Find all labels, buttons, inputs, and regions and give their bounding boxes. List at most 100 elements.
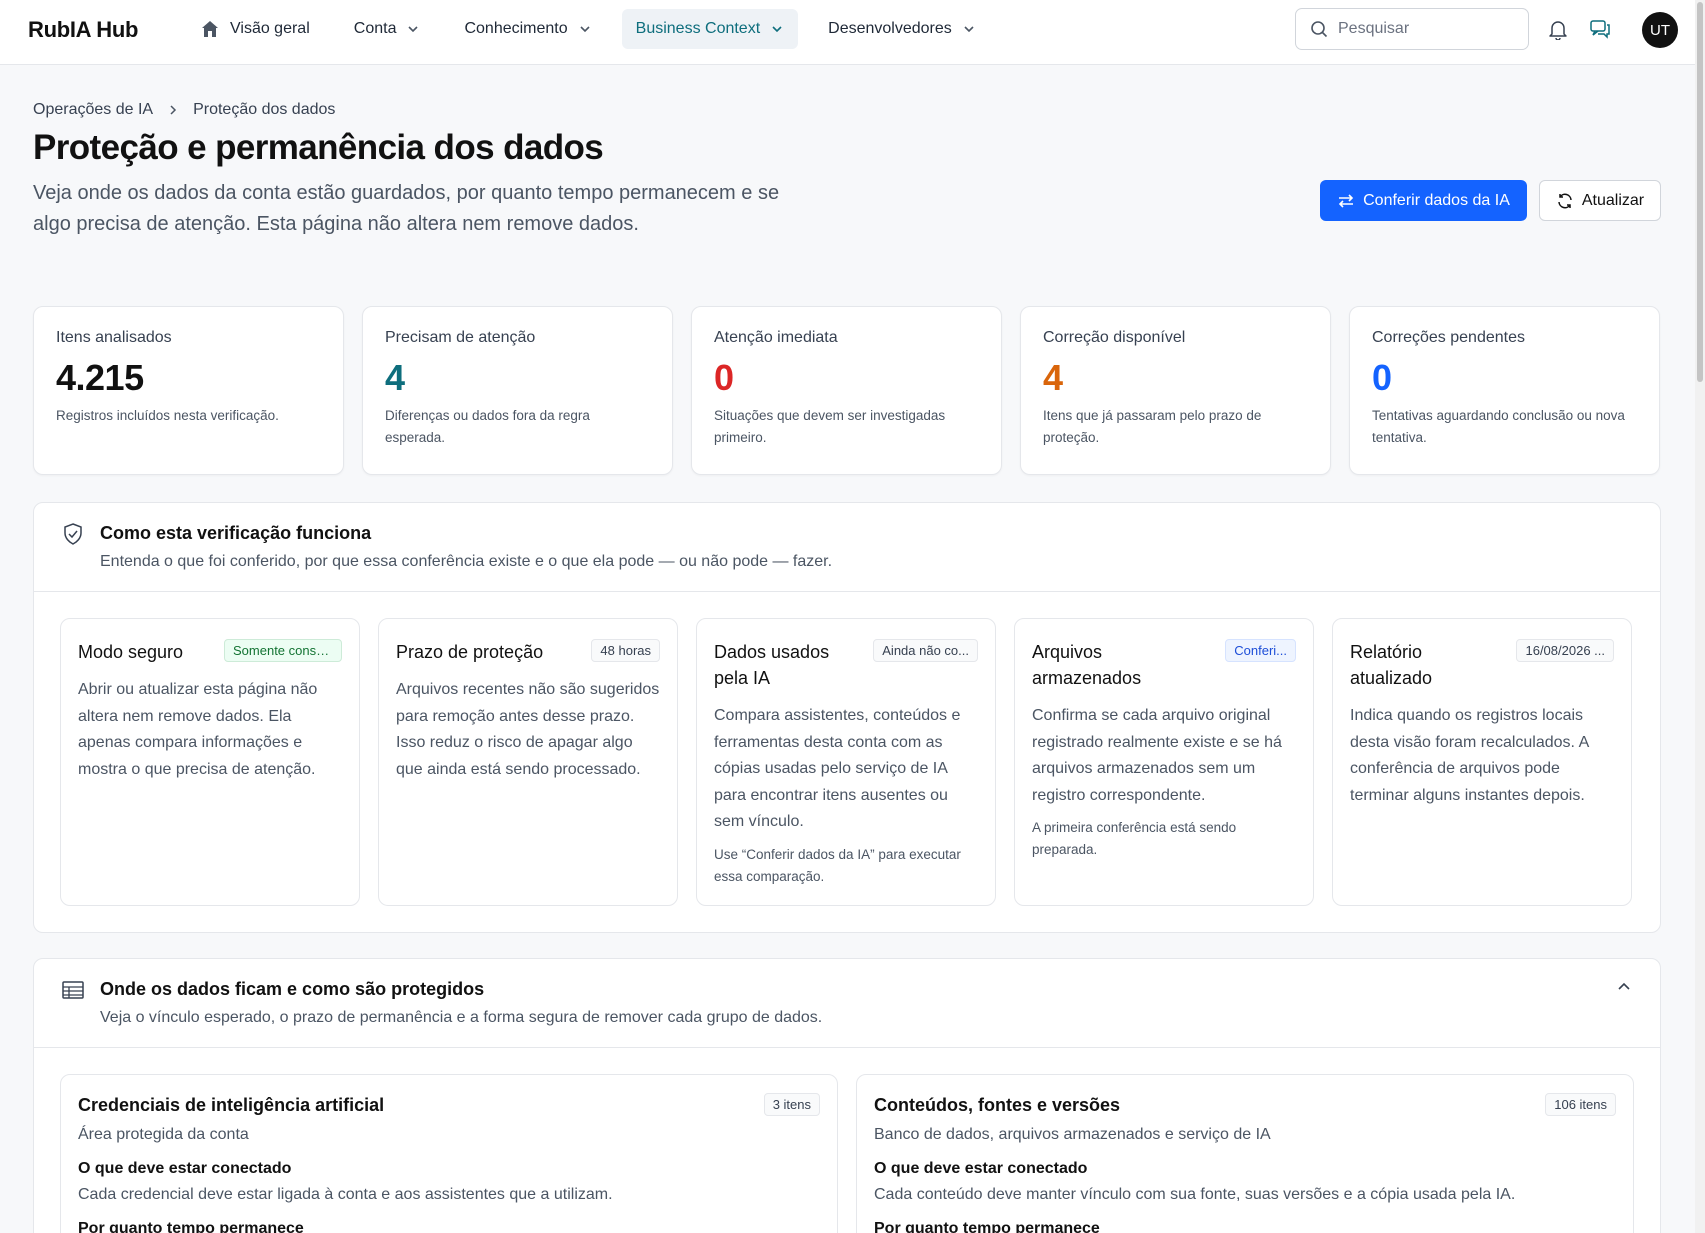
stat-card-need-attention: Precisam de atenção 4 Diferenças ou dado… (362, 306, 673, 475)
chevron-down-icon (580, 26, 590, 33)
chevron-right-icon (167, 104, 179, 116)
card-text: Cada conteúdo deve manter vínculo com su… (874, 1186, 1516, 1203)
info-cards: Modo seguro Somente consulta Abrir ou at… (60, 618, 1632, 906)
table-icon (62, 981, 84, 999)
count-badge: 3 itens (763, 1093, 820, 1116)
data-group-card-credentials: Credenciais de inteligência artificial 3… (60, 1074, 838, 1233)
info-card-stored-files: Arquivos armazenados Conferi... Confirma… (1014, 618, 1314, 906)
nav-item-business-context[interactable]: Business Context (621, 9, 799, 49)
info-card-report-updated: Relatório atualizado 16/08/2026 ... Indi… (1332, 618, 1632, 906)
shield-check-icon (64, 523, 82, 545)
info-card-safe-mode: Modo seguro Somente consulta Abrir ou at… (60, 618, 360, 906)
stat-description: Tentativas aguardando conclusão ou nova … (1372, 408, 1625, 445)
search-box (1295, 8, 1529, 50)
card-label: O que deve estar conectado (78, 1160, 292, 1177)
stat-label: Correções pendentes (1372, 329, 1525, 346)
stat-description: Situações que devem ser investigadas pri… (714, 408, 946, 445)
info-card-protection-period: Prazo de proteção 48 horas Arquivos rece… (378, 618, 678, 906)
stat-label: Precisam de atenção (385, 329, 536, 346)
stat-description: Registros incluídos nesta verificação. (56, 408, 279, 423)
nav-item-knowledge[interactable]: Conhecimento (450, 9, 605, 49)
card-body: Arquivos recentes não são sugeridos para… (396, 681, 660, 778)
refresh-label: Atualizar (1581, 191, 1645, 209)
data-group-cards: Credenciais de inteligência artificial 3… (60, 1074, 1634, 1233)
stat-card-fix-available: Correção disponível 4 Itens que já passa… (1020, 306, 1331, 475)
card-title: Credenciais de inteligência artificial (78, 1095, 385, 1115)
card-body: Confirma se cada arquivo original regist… (1032, 707, 1282, 804)
notifications-button[interactable] (1545, 16, 1571, 42)
card-subtitle: Área protegida da conta (78, 1126, 249, 1143)
panel-header: Onde os dados ficam e como são protegido… (34, 959, 1660, 1048)
check-ai-data-label: Conferir dados da IA (1363, 191, 1510, 209)
panel-subtitle: Entenda o que foi conferido, por que ess… (100, 553, 833, 570)
card-subtitle: Banco de dados, arquivos armazenados e s… (874, 1126, 1271, 1143)
card-body: Indica quando os registros locais desta … (1350, 707, 1589, 804)
info-card-ai-data: Dados usados pela IA Ainda não co... Com… (696, 618, 996, 906)
data-group-card-contents: Conteúdos, fontes e versões 106 itens Ba… (856, 1074, 1634, 1233)
check-ai-data-button[interactable]: Conferir dados da IA (1320, 180, 1527, 221)
refresh-button[interactable]: Atualizar (1539, 180, 1661, 221)
status-badge: Somente consulta (224, 639, 342, 662)
chevron-down-icon (408, 26, 419, 33)
refresh-icon (1558, 193, 1572, 208)
stat-description: Itens que já passaram pelo prazo de prot… (1043, 408, 1262, 445)
nav-item-label: Business Context (635, 20, 761, 37)
card-title: Conteúdos, fontes e versões (874, 1095, 1121, 1115)
search-input[interactable] (1338, 20, 1508, 38)
swap-arrows-icon (1338, 193, 1354, 208)
card-title: Dados usados pela IA (714, 642, 830, 688)
stats-row: Itens analisados 4.215 Registros incluíd… (33, 306, 1660, 475)
card-title: Relatório atualizado (1350, 642, 1433, 688)
card-body: Compara assistentes, conteúdos e ferrame… (714, 707, 961, 830)
nav-item-label: Conhecimento (464, 20, 568, 37)
stat-value: 4 (1043, 357, 1063, 398)
chevron-up-icon[interactable] (1616, 979, 1632, 995)
card-text: Cada credencial deve estar ligada à cont… (78, 1186, 613, 1203)
how-it-works-panel: Como esta verificação funciona Entenda o… (33, 502, 1661, 933)
page-scrollbar[interactable] (1695, 0, 1705, 1233)
data-storage-panel: Onde os dados ficam e como são protegido… (33, 958, 1661, 1233)
card-label: Por quanto tempo permanece (78, 1220, 304, 1233)
card-title: Arquivos armazenados (1032, 642, 1142, 688)
nav-item-label: Desenvolvedores (828, 20, 952, 37)
stat-description: Diferenças ou dados fora da regra espera… (385, 408, 590, 445)
card-body: Abrir ou atualizar esta página não alter… (78, 681, 318, 778)
nav-item-label: Visão geral (230, 20, 310, 37)
card-note: Use “Conferir dados da IA” para executar… (714, 846, 961, 884)
card-title: Prazo de proteção (396, 642, 544, 662)
card-label: Por quanto tempo permanece (874, 1220, 1100, 1233)
main-nav: Visão geral Conta Conhecimento Business … (186, 9, 1006, 49)
chevron-down-icon (772, 26, 782, 33)
stat-label: Itens analisados (56, 329, 172, 346)
stat-card-analyzed: Itens analisados 4.215 Registros incluíd… (33, 306, 344, 475)
card-label: O que deve estar conectado (874, 1160, 1088, 1177)
stat-label: Atenção imediata (714, 329, 838, 346)
page-title: Proteção e permanência dos dados (33, 128, 604, 167)
breadcrumb: Operações de IA Proteção dos dados (33, 101, 335, 119)
stat-value: 0 (714, 357, 734, 398)
chat-icon (1590, 20, 1610, 39)
brand-logo[interactable]: RubIA Hub (28, 17, 138, 43)
stat-card-immediate-attention: Atenção imediata 0 Situações que devem s… (691, 306, 1002, 475)
card-title: Modo seguro (78, 642, 184, 662)
nav-item-overview[interactable]: Visão geral (186, 9, 324, 49)
scrollbar-thumb[interactable] (1697, 2, 1703, 382)
stat-value: 4 (385, 357, 405, 398)
stat-value: 4.215 (56, 357, 144, 398)
stat-label: Correção disponível (1043, 329, 1186, 346)
nav-item-label: Conta (353, 20, 397, 37)
panel-subtitle: Veja o vínculo esperado, o prazo de perm… (100, 1009, 823, 1026)
breadcrumb-parent[interactable]: Operações de IA (33, 101, 153, 119)
top-navigation-bar: RubIA Hub Visão geral Conta Conhecimento… (0, 0, 1705, 65)
status-badge: Conferi... (1225, 639, 1296, 662)
panel-title: Como esta verificação funciona (100, 523, 372, 543)
nav-item-account[interactable]: Conta (340, 9, 435, 49)
status-badge: Ainda não co... (873, 639, 978, 662)
user-avatar[interactable]: UT (1642, 12, 1678, 48)
page-description: Veja onde os dados da conta estão guarda… (33, 182, 780, 235)
nav-item-developers[interactable]: Desenvolvedores (814, 9, 990, 49)
messages-button[interactable] (1587, 16, 1613, 42)
stat-card-pending-fixes: Correções pendentes 0 Tentativas aguarda… (1349, 306, 1660, 475)
bell-icon (1549, 21, 1567, 40)
home-icon (202, 21, 218, 37)
